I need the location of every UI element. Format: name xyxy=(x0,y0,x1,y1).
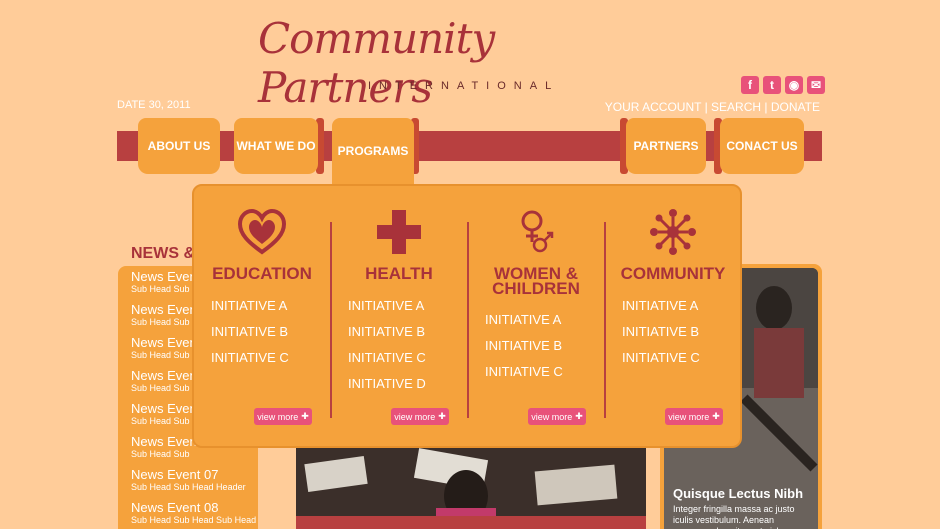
feature-heading[interactable]: Quisque Lectus Nibh xyxy=(673,486,813,501)
email-icon[interactable]: ✉ xyxy=(807,76,825,94)
social-links: f t ◉ ✉ xyxy=(741,76,825,94)
news-title: News Event xyxy=(131,401,201,416)
news-subhead: Sub Head Sub Head Header xyxy=(131,482,246,492)
menu-item[interactable]: INITIATIVE C xyxy=(622,350,700,376)
your-account-link[interactable]: YOUR ACCOUNT xyxy=(605,100,701,114)
menu-column-education: EDUCATION INITIATIVE A INITIATIVE B INIT… xyxy=(194,186,330,450)
view-more-button[interactable]: view more ✚ xyxy=(665,408,723,425)
news-subhead: Sub Head Sub xyxy=(131,317,190,327)
nav-tab-about-us[interactable]: ABOUT US xyxy=(138,118,220,174)
nav-tab-what-we-do[interactable]: WHAT WE DO xyxy=(234,118,318,174)
facebook-icon[interactable]: f xyxy=(741,76,759,94)
separator: | xyxy=(764,100,768,114)
news-subhead: Sub Head Sub xyxy=(131,416,190,426)
news-subhead: Sub Head Sub xyxy=(131,350,190,360)
news-subhead: Sub Head Sub xyxy=(131,383,190,393)
nav-tab-programs[interactable]: PROGRAMS xyxy=(332,118,414,184)
news-title: News Event xyxy=(131,269,201,284)
view-more-label: view more xyxy=(394,411,436,422)
menu-column-health: HEALTH INITIATIVE A INITIATIVE B INITIAT… xyxy=(331,186,467,450)
news-title: News Event xyxy=(131,368,201,383)
utility-links: YOUR ACCOUNT | SEARCH | DONATE xyxy=(605,100,820,114)
view-more-label: view more xyxy=(257,411,299,422)
programs-mega-menu: EDUCATION INITIATIVE A INITIATIVE B INIT… xyxy=(192,184,742,448)
news-item[interactable]: News Event Sub Head Sub xyxy=(131,302,200,327)
menu-title-health[interactable]: HEALTH xyxy=(331,265,467,282)
menu-title-women-children[interactable]: WOMEN & CHILDREN xyxy=(468,265,604,298)
health-cross-icon xyxy=(377,210,421,254)
menu-item[interactable]: INITIATIVE A xyxy=(622,298,700,324)
menu-item[interactable]: INITIATIVE B xyxy=(622,324,700,350)
menu-item[interactable]: INITIATIVE B xyxy=(485,338,563,364)
view-more-button[interactable]: view more ✚ xyxy=(391,408,449,425)
news-item[interactable]: News Event 07 Sub Head Sub Head Header xyxy=(131,467,246,492)
separator: | xyxy=(704,100,708,114)
plus-icon: ✚ xyxy=(301,411,309,421)
menu-title-education[interactable]: EDUCATION xyxy=(194,265,330,282)
rss-icon[interactable]: ◉ xyxy=(785,76,803,94)
news-title: News Event 07 xyxy=(131,467,219,482)
nav-tab-contact-us[interactable]: CONACT US xyxy=(720,118,804,174)
news-subhead: Sub Head Sub xyxy=(131,284,190,294)
education-heart-icon xyxy=(238,208,286,255)
news-item[interactable]: News Event Sub Head Sub xyxy=(131,434,200,459)
menu-item[interactable]: INITIATIVE B xyxy=(211,324,289,350)
news-item[interactable]: News Event Sub Head Sub xyxy=(131,269,200,294)
feature-caption: Quisque Lectus Nibh Integer fringilla ma… xyxy=(673,486,813,529)
menu-item[interactable]: INITIATIVE D xyxy=(348,376,426,402)
twitter-icon[interactable]: t xyxy=(763,76,781,94)
menu-column-community: COMMUNITY INITIATIVE A INITIATIVE B INIT… xyxy=(605,186,741,450)
news-title: News Event xyxy=(131,434,201,449)
menu-item[interactable]: INITIATIVE A xyxy=(485,312,563,338)
menu-item[interactable]: INITIATIVE A xyxy=(211,298,289,324)
menu-item[interactable]: INITIATIVE A xyxy=(348,298,426,324)
logo-subtitle: INTERNATIONAL xyxy=(368,80,560,92)
news-subhead: Sub Head Sub xyxy=(131,449,190,459)
donate-link[interactable]: DONATE xyxy=(771,100,820,114)
search-link[interactable]: SEARCH xyxy=(711,100,761,114)
date-label: DATE 30, 2011 xyxy=(117,99,191,111)
center-bar xyxy=(296,516,646,529)
news-item[interactable]: News Event 08 Sub Head Sub Head Sub Head xyxy=(131,500,256,525)
community-icon xyxy=(650,209,696,255)
view-more-label: view more xyxy=(668,411,710,422)
feature-body: Integer fringilla massa ac justo iculis … xyxy=(673,504,795,529)
view-more-button[interactable]: view more ✚ xyxy=(254,408,312,425)
menu-title-line: CHILDREN xyxy=(492,279,580,298)
menu-item[interactable]: INITIATIVE B xyxy=(348,324,426,350)
news-subhead: Sub Head Sub Head Sub Head xyxy=(131,515,257,525)
menu-column-women-children: WOMEN & CHILDREN INITIATIVE A INITIATIVE… xyxy=(468,186,604,450)
news-item[interactable]: News Event Sub Head Sub xyxy=(131,335,200,360)
women-children-icon xyxy=(521,210,554,253)
news-title: News Event xyxy=(131,302,201,317)
news-heading: NEWS & xyxy=(131,245,195,262)
news-item[interactable]: News Event Sub Head Sub xyxy=(131,368,200,393)
logo[interactable]: Community Partners INTERNATIONAL xyxy=(258,14,658,112)
plus-icon: ✚ xyxy=(712,411,720,421)
menu-item[interactable]: INITIATIVE C xyxy=(348,350,426,376)
logo-title: Community Partners xyxy=(258,14,495,112)
menu-item[interactable]: INITIATIVE C xyxy=(211,350,289,376)
news-title: News Event 08 xyxy=(131,500,219,515)
menu-item[interactable]: INITIATIVE C xyxy=(485,364,563,390)
menu-title-community[interactable]: COMMUNITY xyxy=(605,265,741,282)
news-item[interactable]: News Event Sub Head Sub xyxy=(131,401,200,426)
plus-icon: ✚ xyxy=(438,411,446,421)
nav-tab-partners[interactable]: PARTNERS xyxy=(626,118,706,174)
plus-icon: ✚ xyxy=(575,411,583,421)
news-title: News Event xyxy=(131,335,201,350)
view-more-label: view more xyxy=(531,411,573,422)
view-more-button[interactable]: view more ✚ xyxy=(528,408,586,425)
